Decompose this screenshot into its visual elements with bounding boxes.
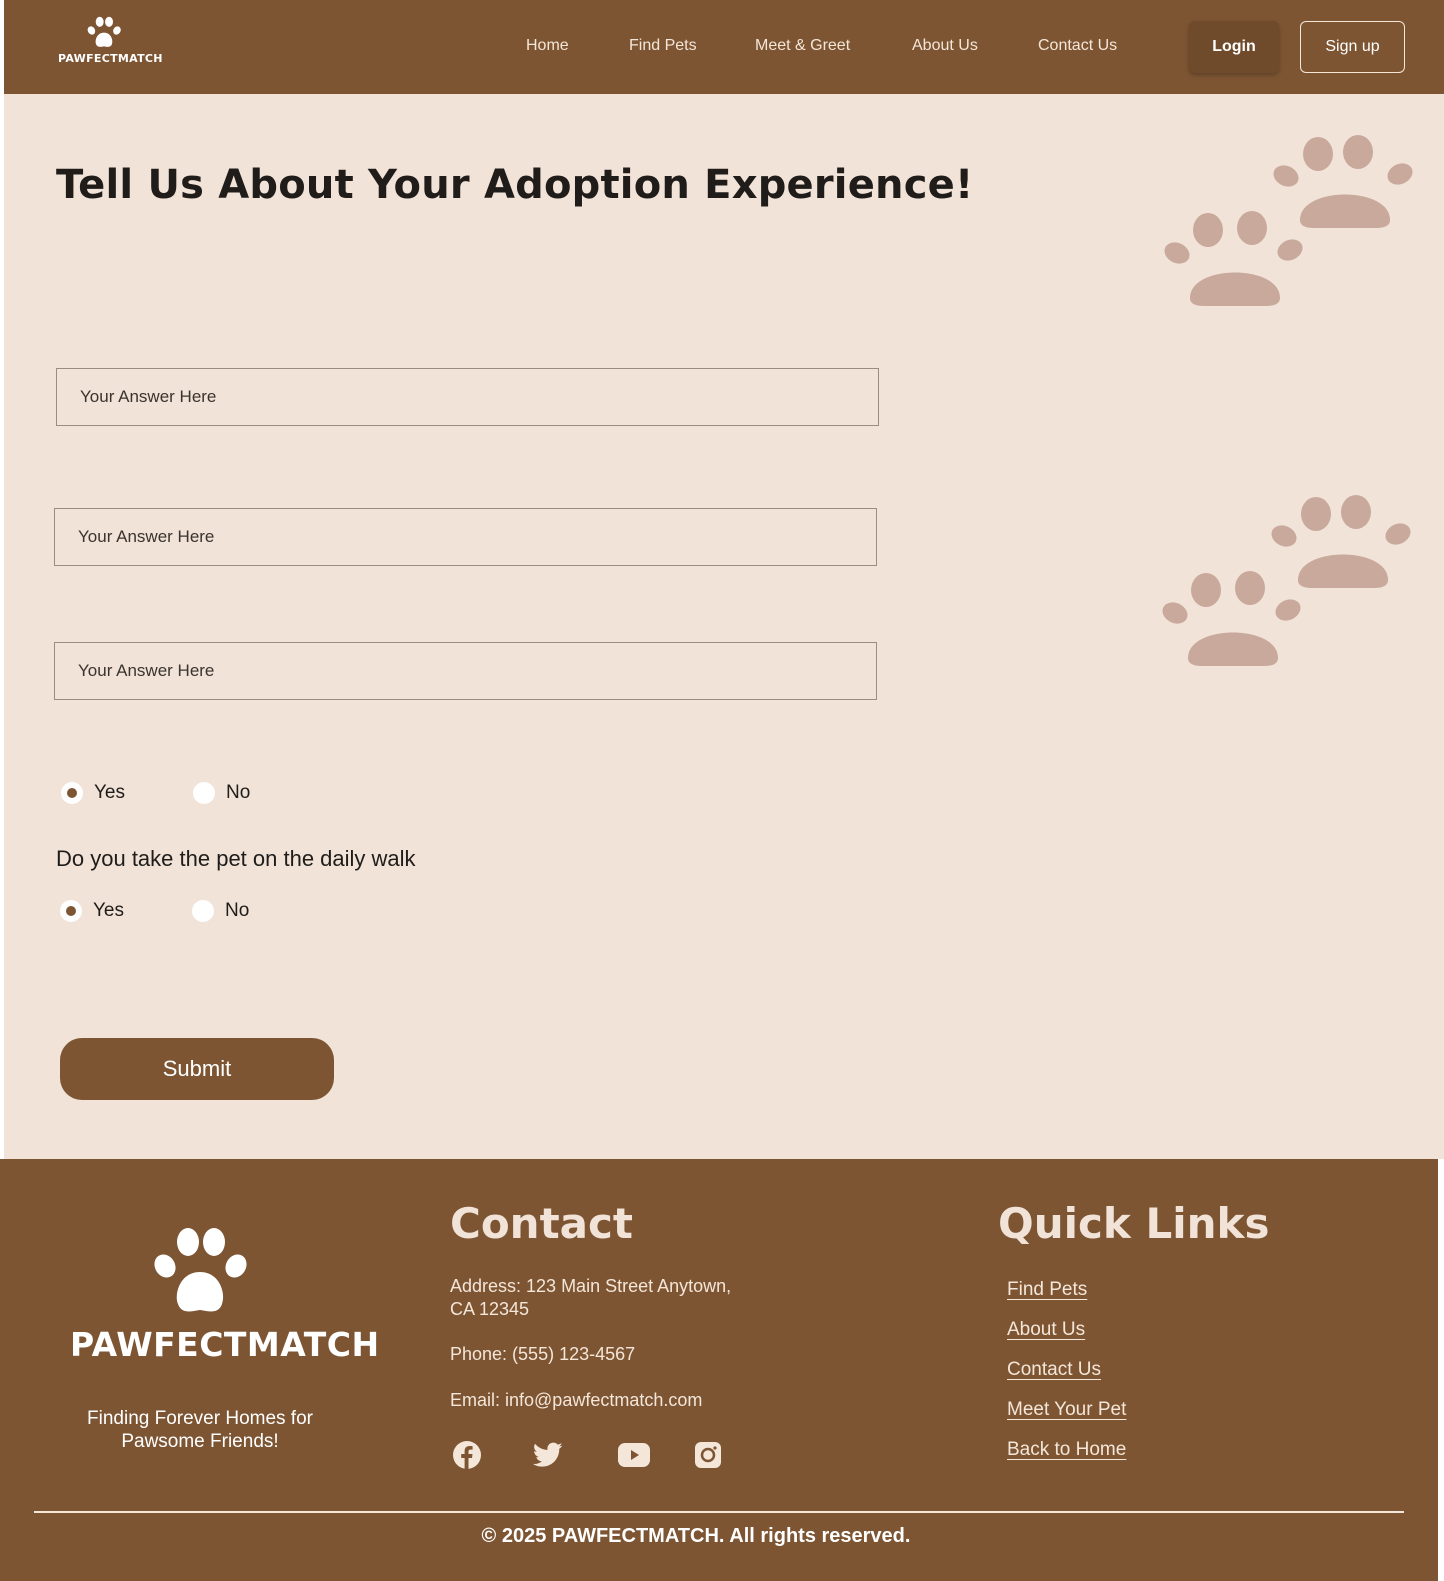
question-daily-walk: Do you take the pet on the daily walk — [56, 846, 416, 871]
answer-input-3[interactable] — [54, 642, 877, 700]
radio-option-no[interactable]: No — [192, 900, 249, 922]
twitter-icon[interactable] — [532, 1439, 564, 1471]
radio-label: No — [225, 900, 250, 921]
copyright-text: © 2025 PAWFECTMATCH. All rights reserved… — [481, 1525, 911, 1547]
answer-input-1[interactable] — [56, 368, 879, 426]
page-title: Tell Us About Your Adoption Experience! — [56, 162, 974, 208]
paw-prints-decoration-icon — [1164, 135, 1413, 306]
radio-option-yes[interactable]: Yes — [61, 782, 125, 804]
nav-contact-us[interactable]: Contact Us — [1038, 37, 1117, 55]
footer-logo[interactable]: PAWFECTMATCH — [70, 1225, 380, 1364]
site-header: PAWFECTMATCH Home Find Pets Meet & Greet… — [4, 0, 1444, 94]
logo-text: PAWFECTMATCH — [58, 52, 163, 65]
radio-button[interactable] — [192, 900, 214, 922]
paw-logo-icon — [154, 1228, 247, 1312]
radio-option-no[interactable]: No — [193, 782, 250, 804]
submit-button[interactable]: Submit — [60, 1038, 334, 1100]
quick-link-back-to-home[interactable]: Back to Home — [1007, 1439, 1126, 1461]
radio-button-checked[interactable] — [60, 900, 82, 922]
quick-link-contact-us[interactable]: Contact Us — [1007, 1359, 1101, 1381]
paw-logo-icon — [87, 16, 121, 47]
radio-label: No — [226, 782, 251, 803]
footer-tagline: Finding Forever Homes for Pawsome Friend… — [87, 1408, 313, 1452]
nav-home[interactable]: Home — [526, 37, 569, 55]
feedback-form-section: Tell Us About Your Adoption Experience! — [4, 94, 1444, 1159]
contact-address: Address: 123 Main Street Anytown, CA 123… — [450, 1276, 732, 1319]
signup-button[interactable]: Sign up — [1300, 21, 1405, 73]
radio-group-2: Yes No — [60, 900, 317, 922]
radio-button-checked[interactable] — [61, 782, 83, 804]
quick-link-meet-your-pet[interactable]: Meet Your Pet — [1007, 1399, 1126, 1421]
login-button[interactable]: Login — [1189, 21, 1279, 73]
site-footer: PAWFECTMATCH Finding Forever Homes for P… — [0, 1159, 1438, 1581]
footer-logo-text: PAWFECTMATCH — [70, 1325, 380, 1364]
radio-group-1: Yes No — [61, 782, 318, 804]
radio-label: Yes — [93, 900, 124, 921]
facebook-icon[interactable] — [451, 1439, 483, 1471]
contact-phone: Phone: (555) 123-4567 — [450, 1344, 636, 1364]
quick-link-about-us[interactable]: About Us — [1007, 1319, 1085, 1341]
header-logo[interactable]: PAWFECTMATCH — [58, 16, 163, 78]
youtube-icon[interactable] — [617, 1439, 651, 1471]
quick-link-find-pets[interactable]: Find Pets — [1007, 1279, 1087, 1301]
nav-meet-greet[interactable]: Meet & Greet — [755, 37, 850, 55]
instagram-icon[interactable] — [692, 1439, 724, 1471]
radio-label: Yes — [94, 782, 125, 803]
nav-about-us[interactable]: About Us — [912, 37, 978, 55]
contact-email[interactable]: Email: info@pawfectmatch.com — [450, 1389, 702, 1412]
nav-find-pets[interactable]: Find Pets — [629, 37, 697, 55]
contact-heading: Contact — [450, 1199, 633, 1248]
radio-button[interactable] — [193, 782, 215, 804]
answer-input-2[interactable] — [54, 508, 877, 566]
footer-divider — [34, 1511, 1404, 1513]
radio-option-yes[interactable]: Yes — [60, 900, 124, 922]
paw-prints-decoration-icon — [1162, 495, 1411, 666]
quick-links-heading: Quick Links — [998, 1199, 1270, 1248]
